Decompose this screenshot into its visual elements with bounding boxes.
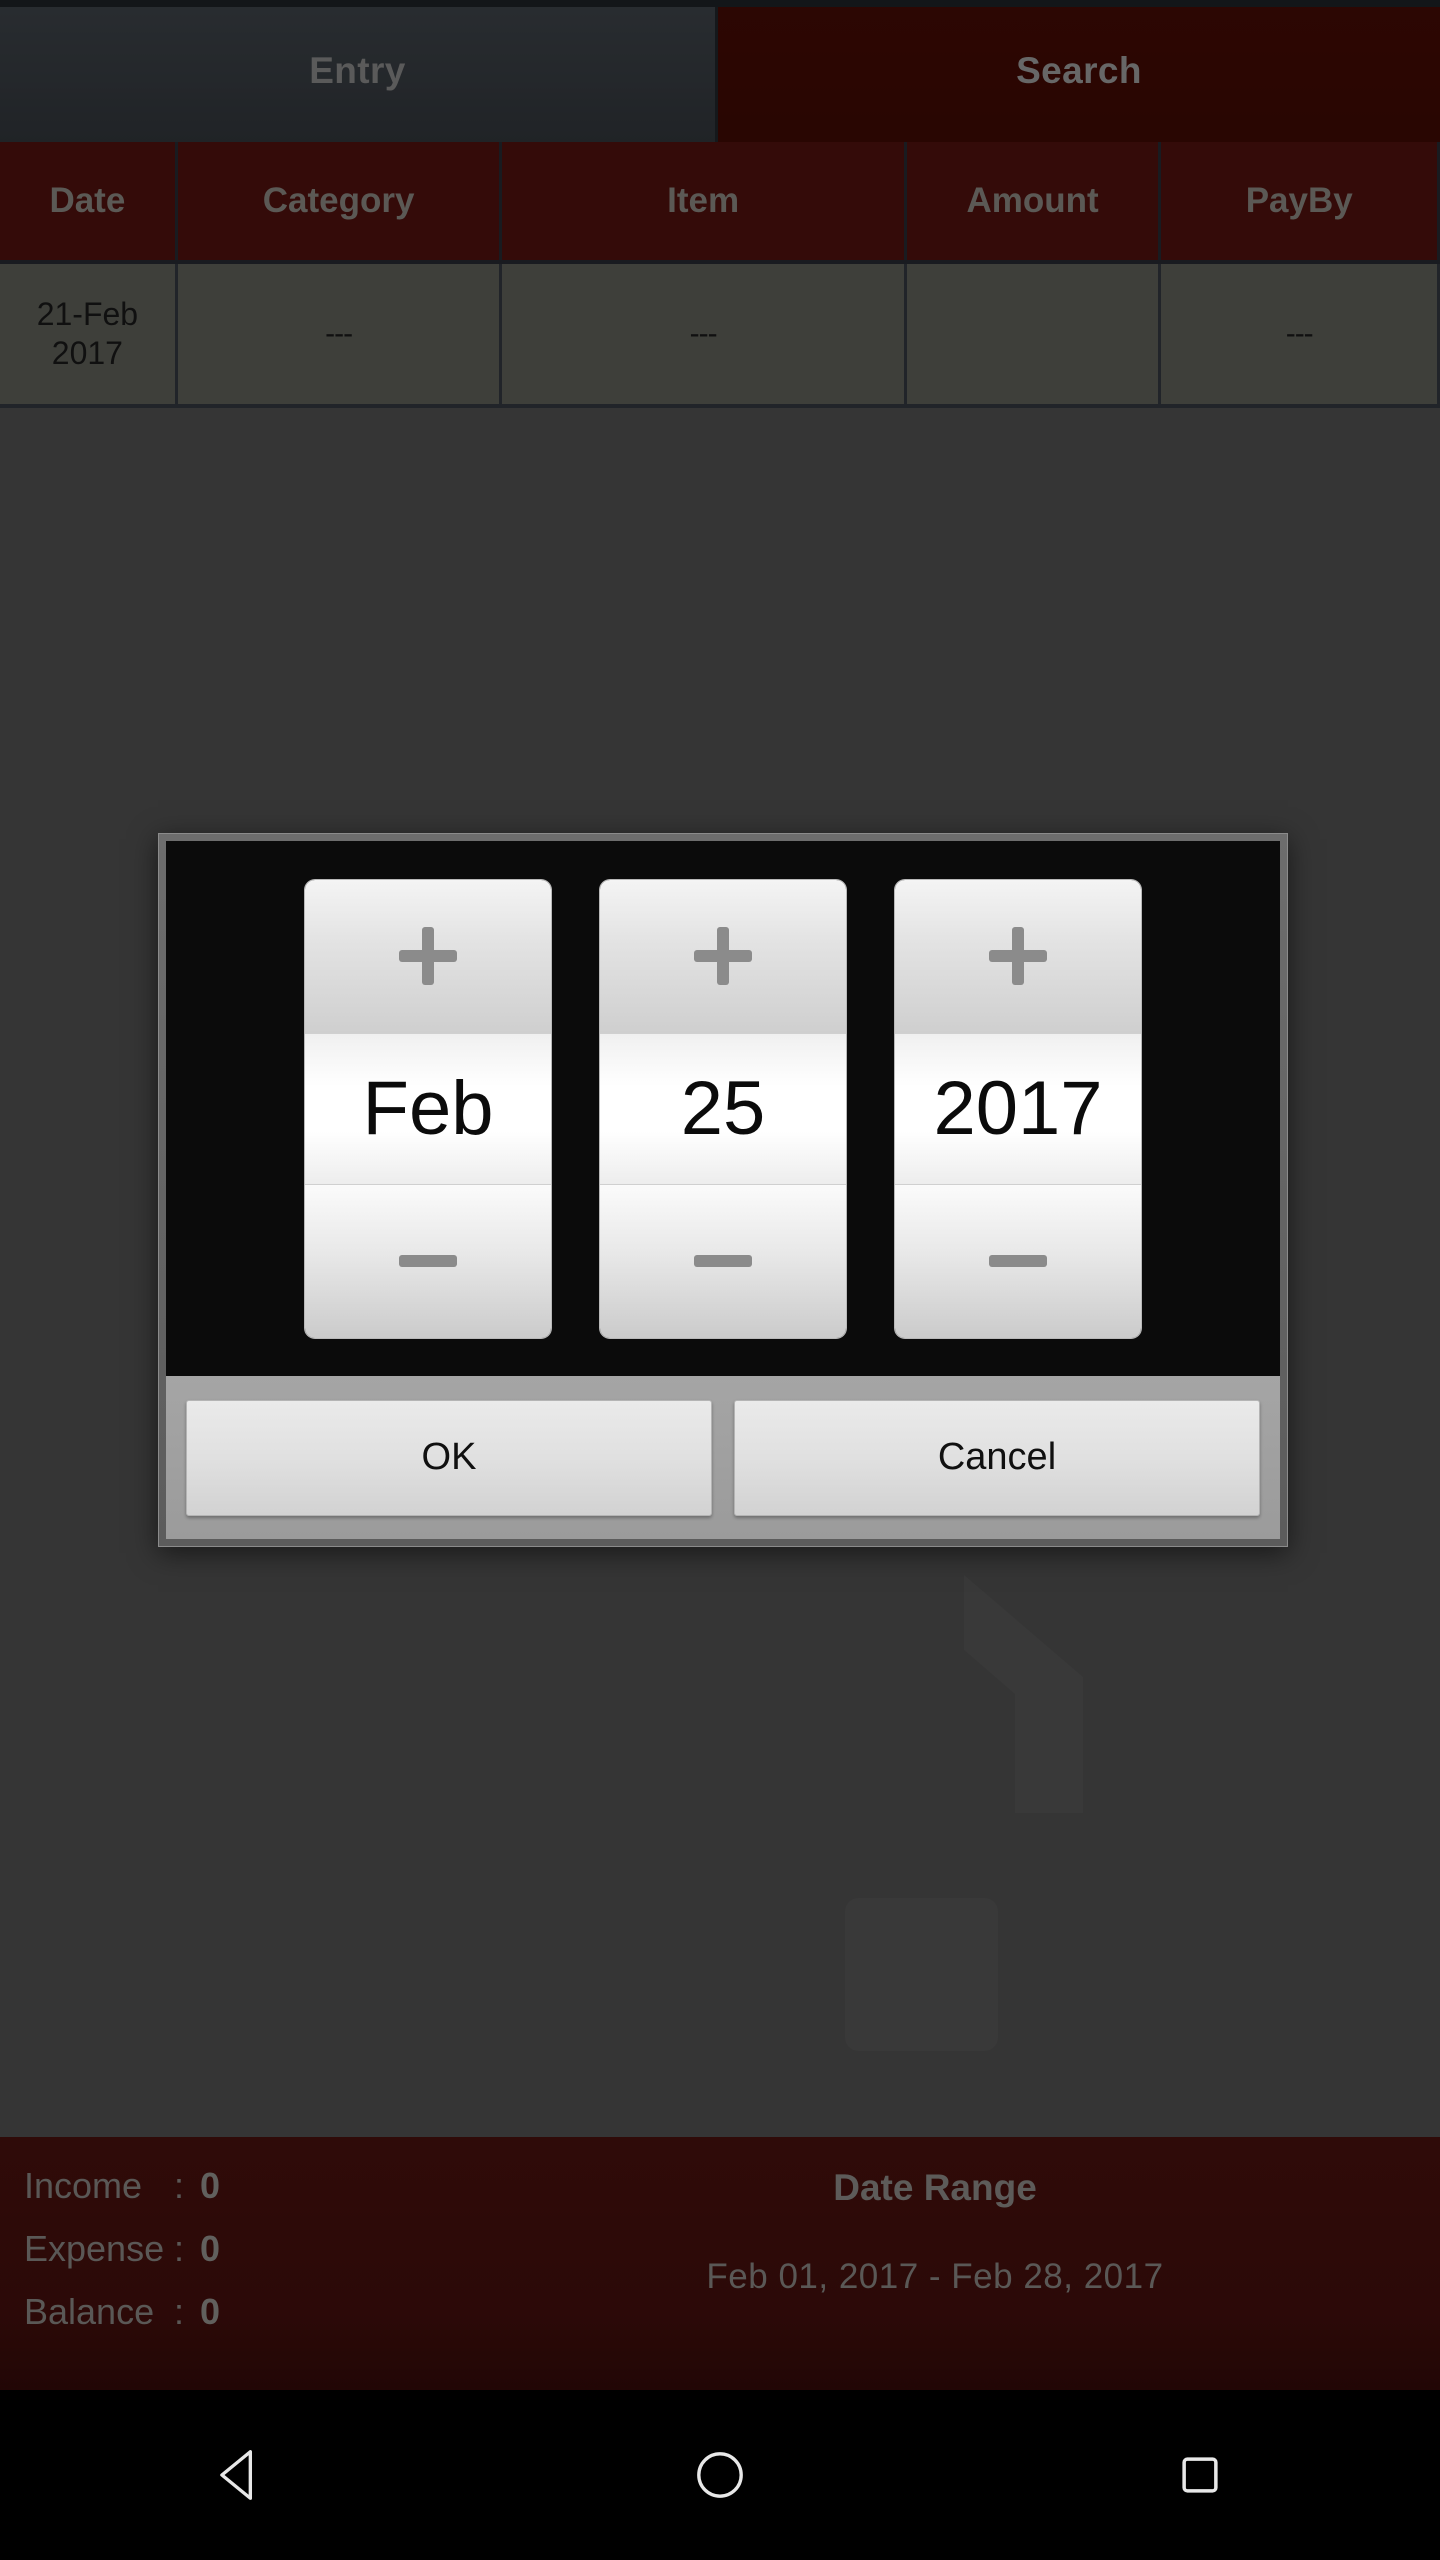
screen-root: Entry Search Date Category Item Amount P… [0,0,1440,2560]
dialog-button-bar: OK Cancel [166,1376,1280,1539]
year-decrement-button[interactable] [895,1184,1141,1338]
nav-back-button[interactable] [160,2390,320,2560]
month-increment-button[interactable] [305,879,551,1033]
day-increment-button[interactable] [600,879,846,1033]
year-increment-button[interactable] [895,879,1141,1033]
back-triangle-icon [220,2450,253,2500]
day-value[interactable]: 25 [600,1032,846,1185]
spinner-year: 2017 [895,879,1141,1338]
nav-recents-button[interactable] [1120,2390,1280,2560]
spinner-day: 25 [600,879,846,1338]
android-navigation-bar [0,2390,1440,2560]
ok-button[interactable]: OK [186,1399,712,1516]
plus-icon-vertical [1012,927,1024,985]
spinner-month: Feb [305,879,551,1338]
cancel-button[interactable]: Cancel [734,1399,1260,1516]
minus-icon [399,1255,457,1267]
month-value[interactable]: Feb [305,1032,551,1185]
dialog-inner: Feb 25 2017 OK Cancel [166,841,1280,1539]
year-value[interactable]: 2017 [895,1032,1141,1185]
home-circle-icon [697,2452,743,2498]
plus-icon-vertical [422,927,434,985]
day-decrement-button[interactable] [600,1184,846,1338]
date-picker-dialog: Feb 25 2017 OK Cancel [158,833,1288,1547]
plus-icon-vertical [717,927,729,985]
month-decrement-button[interactable] [305,1184,551,1338]
minus-icon [694,1255,752,1267]
spinner-area: Feb 25 2017 [166,841,1280,1376]
recents-square-icon [1182,2457,1218,2493]
minus-icon [989,1255,1047,1267]
nav-home-button[interactable] [640,2390,800,2560]
